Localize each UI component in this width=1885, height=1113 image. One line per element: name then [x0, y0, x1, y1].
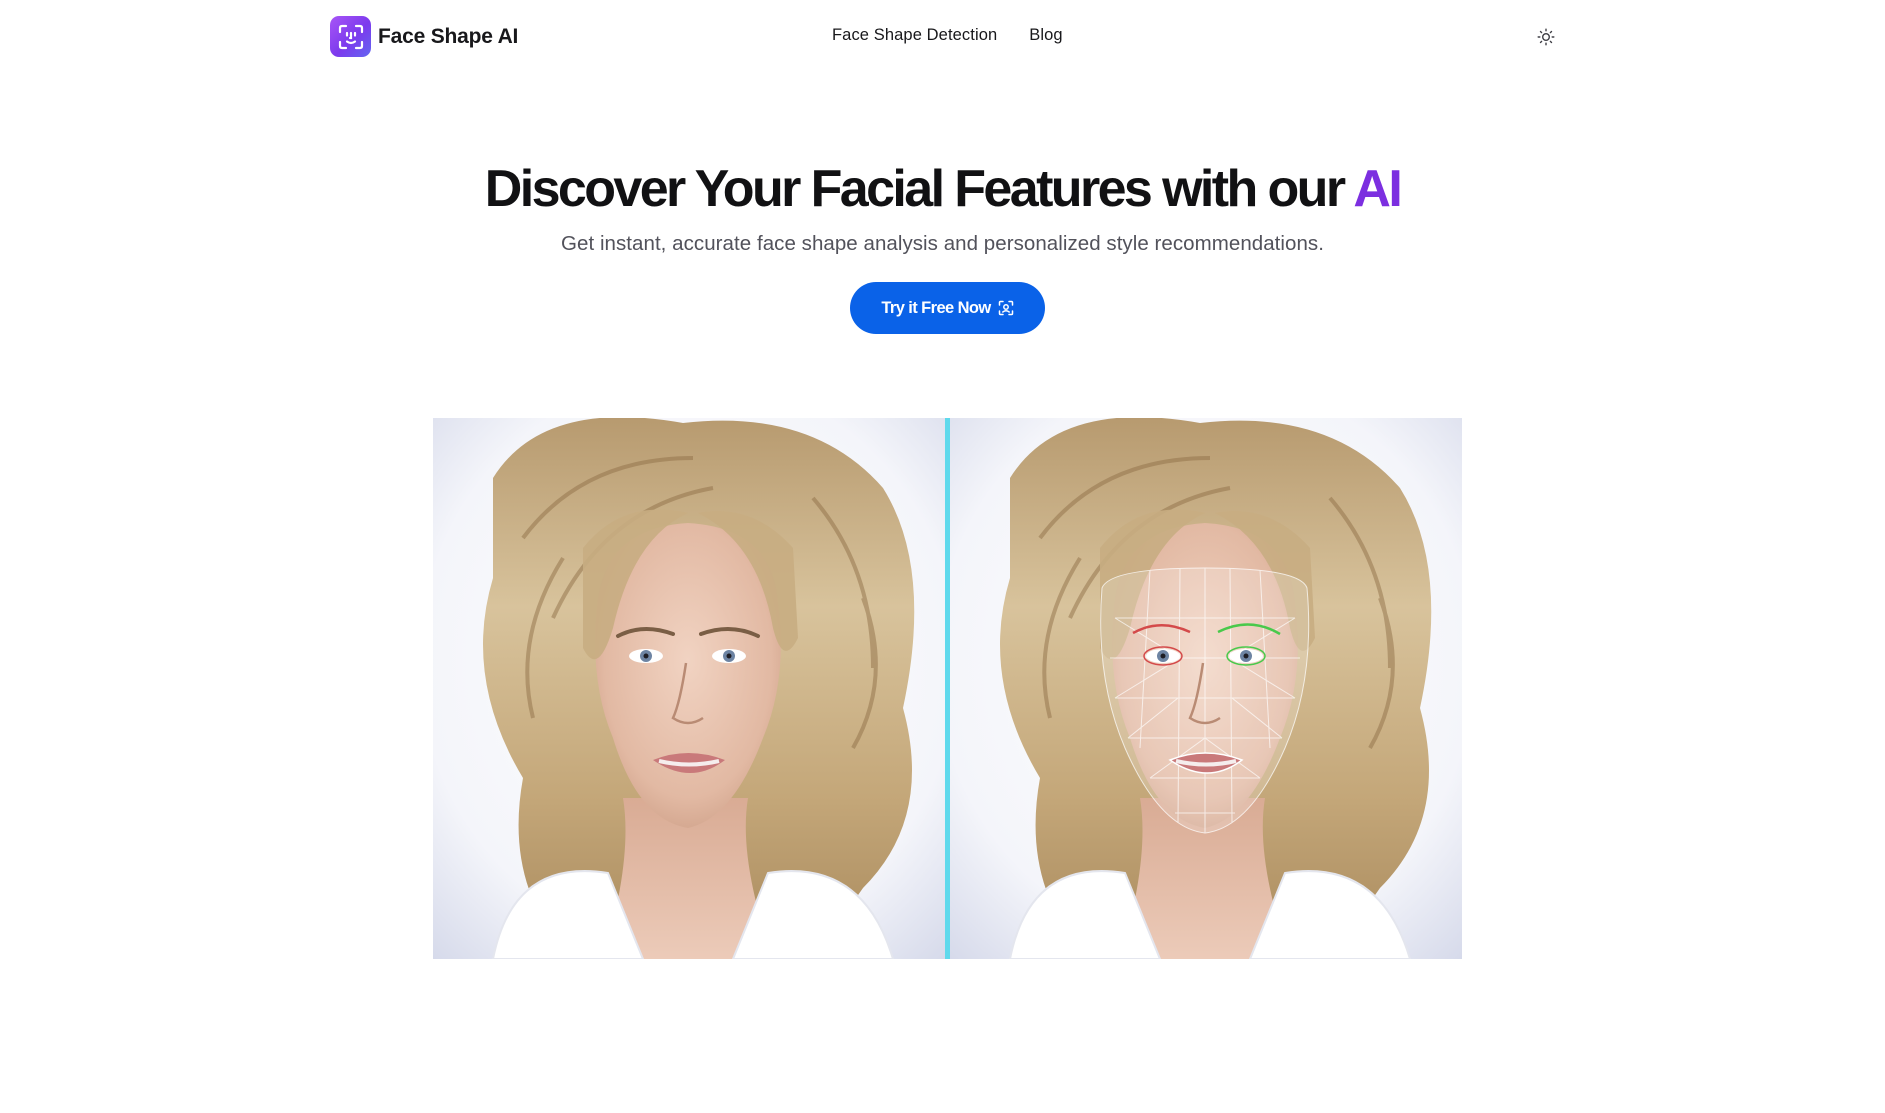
sun-icon	[1537, 28, 1555, 46]
page: Face Shape AI Face Shape Detection Blog …	[0, 0, 1885, 1113]
comparison-divider-handle[interactable]	[945, 418, 950, 959]
face-scan-icon	[330, 16, 371, 57]
portrait-with-face-mesh	[950, 418, 1462, 959]
try-free-label: Try it Free Now	[881, 298, 991, 317]
face-scan-icon	[998, 300, 1013, 316]
brand-name: Face Shape AI	[378, 24, 519, 48]
theme-toggle-button[interactable]	[1534, 25, 1558, 49]
nav-link-face-shape-detection[interactable]: Face Shape Detection	[832, 26, 997, 45]
try-free-button[interactable]: Try it Free Now	[850, 282, 1045, 334]
hero-subtitle: Get instant, accurate face shape analysi…	[561, 232, 1324, 255]
hero-title-main: Discover Your Facial Features with our	[484, 160, 1354, 218]
site-header: Face Shape AI Face Shape Detection Blog	[0, 0, 1885, 73]
face-comparison-slider[interactable]	[433, 418, 1462, 959]
brand-link[interactable]: Face Shape AI	[330, 16, 518, 57]
nav-link-blog[interactable]: Blog	[1029, 26, 1062, 45]
hero-title-accent: AI	[1353, 160, 1402, 218]
main-nav: Face Shape Detection Blog	[832, 26, 1063, 45]
original-portrait	[433, 418, 945, 959]
hero-title: Discover Your Facial Features with our A…	[0, 158, 1885, 220]
